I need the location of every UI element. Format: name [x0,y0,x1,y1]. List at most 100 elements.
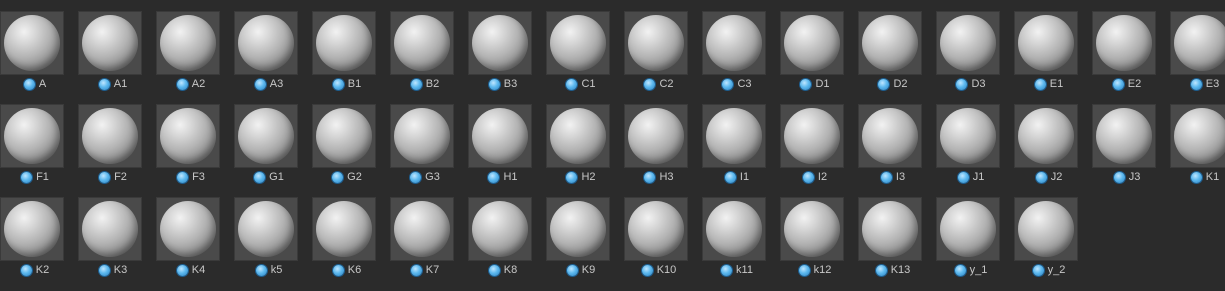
material-thumbnail[interactable] [1,198,63,260]
material-thumbnail[interactable] [859,198,921,260]
material-thumbnail[interactable] [79,12,141,74]
material-tile[interactable]: G2 [305,105,383,198]
material-thumbnail[interactable] [79,105,141,167]
material-tile[interactable]: K8 [461,198,539,291]
material-tile[interactable]: I2 [773,105,851,198]
material-thumbnail[interactable] [79,198,141,260]
material-thumbnail[interactable] [313,198,375,260]
material-thumbnail[interactable] [703,198,765,260]
material-tile[interactable]: K7 [383,198,461,291]
material-tile[interactable]: B1 [305,12,383,105]
material-thumbnail[interactable] [625,105,687,167]
material-tile[interactable]: K9 [539,198,617,291]
material-thumbnail[interactable] [781,198,843,260]
material-thumbnail[interactable] [937,12,999,74]
material-tile[interactable]: E2 [1085,12,1163,105]
material-thumbnail[interactable] [703,12,765,74]
material-tile[interactable]: C1 [539,12,617,105]
material-thumbnail[interactable] [235,12,297,74]
material-thumbnail[interactable] [1015,105,1077,167]
material-thumbnail[interactable] [1171,105,1225,167]
material-tile[interactable]: J2 [1007,105,1085,198]
material-thumbnail[interactable] [157,105,219,167]
material-tile[interactable]: J3 [1085,105,1163,198]
material-sphere-icon [1174,15,1225,71]
material-thumbnail[interactable] [1,12,63,74]
material-thumbnail[interactable] [859,105,921,167]
material-tile[interactable]: H1 [461,105,539,198]
material-tile[interactable]: D3 [929,12,1007,105]
material-tile[interactable]: B3 [461,12,539,105]
material-tile[interactable]: A2 [149,12,227,105]
material-thumbnail[interactable] [937,198,999,260]
material-tile[interactable]: E1 [1007,12,1085,105]
material-tile[interactable]: B2 [383,12,461,105]
material-tile[interactable]: K2 [0,198,71,291]
material-tile[interactable]: C2 [617,12,695,105]
material-thumbnail[interactable] [313,12,375,74]
material-tile[interactable]: K1 [1163,105,1225,198]
material-thumbnail[interactable] [781,12,843,74]
material-tile[interactable]: J1 [929,105,1007,198]
material-tile[interactable]: G1 [227,105,305,198]
material-tile[interactable]: A [0,12,71,105]
material-thumbnail[interactable] [625,12,687,74]
material-thumbnail[interactable] [1093,105,1155,167]
material-thumbnail[interactable] [391,105,453,167]
material-thumbnail[interactable] [313,105,375,167]
material-thumbnail[interactable] [1015,198,1077,260]
material-thumbnail[interactable] [1,105,63,167]
material-tile[interactable]: A1 [71,12,149,105]
material-thumbnail[interactable] [391,12,453,74]
material-name: D1 [815,78,830,90]
material-tile[interactable]: A3 [227,12,305,105]
material-tile[interactable]: y_2 [1007,198,1085,291]
material-tile[interactable]: F3 [149,105,227,198]
material-thumbnail[interactable] [937,105,999,167]
material-name: y_1 [969,264,988,276]
material-thumbnail[interactable] [1171,12,1225,74]
material-thumbnail[interactable] [469,198,531,260]
material-thumbnail[interactable] [235,105,297,167]
material-thumbnail[interactable] [781,105,843,167]
material-type-icon [722,78,734,90]
material-thumbnail[interactable] [157,12,219,74]
material-thumbnail[interactable] [157,198,219,260]
material-thumbnail[interactable] [1093,12,1155,74]
material-tile[interactable]: k5 [227,198,305,291]
material-type-icon [488,78,500,90]
material-tile[interactable]: I1 [695,105,773,198]
material-tile[interactable]: k12 [773,198,851,291]
material-tile[interactable]: K4 [149,198,227,291]
material-thumbnail[interactable] [1015,12,1077,74]
material-thumbnail[interactable] [547,105,609,167]
material-thumbnail[interactable] [235,198,297,260]
material-thumbnail[interactable] [469,12,531,74]
material-type-icon [98,78,110,90]
material-tile[interactable]: D1 [773,12,851,105]
material-tile[interactable]: H3 [617,105,695,198]
material-tile[interactable]: G3 [383,105,461,198]
material-tile[interactable]: K13 [851,198,929,291]
material-thumbnail[interactable] [547,198,609,260]
material-thumbnail[interactable] [703,105,765,167]
material-thumbnail[interactable] [469,105,531,167]
material-tile[interactable]: F2 [71,105,149,198]
material-tile[interactable]: F1 [0,105,71,198]
material-thumbnail[interactable] [547,12,609,74]
material-sphere-icon [1174,108,1225,164]
material-tile[interactable]: k11 [695,198,773,291]
material-tile[interactable]: K3 [71,198,149,291]
material-tile[interactable]: y_1 [929,198,1007,291]
material-tile[interactable]: K10 [617,198,695,291]
material-thumbnail[interactable] [859,12,921,74]
material-tile[interactable]: H2 [539,105,617,198]
material-tile[interactable]: K6 [305,198,383,291]
material-thumbnail[interactable] [391,198,453,260]
material-type-icon [566,264,578,276]
material-tile[interactable]: D2 [851,12,929,105]
material-tile[interactable]: I3 [851,105,929,198]
material-tile[interactable]: E3 [1163,12,1225,105]
material-thumbnail[interactable] [625,198,687,260]
material-tile[interactable]: C3 [695,12,773,105]
